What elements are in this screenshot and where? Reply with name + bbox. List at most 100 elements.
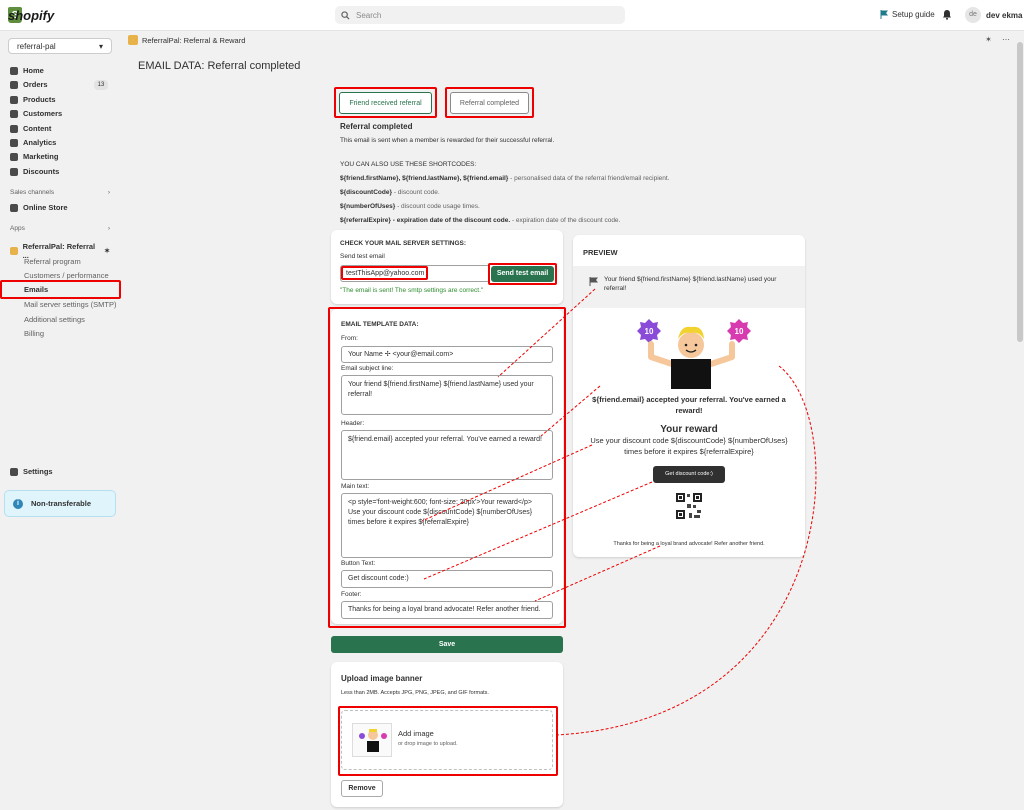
preview-reward-text: Use your discount code ${discountCode} $… [590, 436, 788, 456]
products-icon [10, 95, 18, 104]
top-bar: S shopify Search Setup guide de dev ekma [0, 0, 1024, 31]
bell-icon[interactable] [942, 9, 952, 20]
sidebar-item-marketing[interactable]: Marketing [10, 152, 110, 161]
app-title-bar: ReferralPal: Referral & Reward ✶ ⋯ [125, 31, 1024, 49]
shortcode: ${referralExpire} - expiration date of t… [340, 217, 511, 224]
tab-friend-received-referral[interactable]: Friend received referral [339, 92, 432, 114]
sidebar: referral-pal ▾ Home Orders 13 Products Cu… [0, 31, 125, 810]
preview-heading: PREVIEW [583, 248, 618, 257]
chevron-down-icon: ▾ [98, 42, 103, 51]
section-label: Sales channels [10, 189, 55, 196]
shortcode-desc: - expiration date of the discount code. [510, 217, 621, 224]
sidebar-item-label: Content [23, 124, 52, 133]
app-bar-actions[interactable]: ✶ ⋯ [985, 35, 1014, 44]
sidebar-item-customers[interactable]: Customers [10, 109, 110, 118]
shortcode-desc: - discount code. [392, 189, 440, 196]
shopify-logo[interactable]: S shopify [8, 7, 54, 23]
preview-subject: Your friend ${friend.firstName} ${friend… [604, 276, 777, 293]
sidebar-sub-customers-performance[interactable]: Customers / performance [24, 271, 109, 280]
sidebar-item-online-store[interactable]: Online Store [10, 203, 110, 212]
sidebar-item-label: Orders [23, 80, 48, 89]
banner-label: Non-transferable [31, 499, 92, 508]
send-test-email-button[interactable]: Send test email [491, 266, 554, 282]
sidebar-item-discounts[interactable]: Discounts [10, 167, 110, 176]
shortcode-desc: - personalised data of the referral frie… [508, 175, 670, 182]
info-icon: i [13, 498, 23, 509]
upload-highlight-box [338, 706, 558, 776]
upload-description: Less than 2MB. Accepts JPG, PNG, JPEG, a… [341, 690, 489, 696]
preview-header: ${friend.email} accepted your referral. … [592, 395, 786, 415]
marketing-icon [10, 152, 18, 161]
upload-heading: Upload image banner [341, 674, 423, 683]
app-icon [10, 247, 18, 255]
scrollbar-thumb[interactable] [1017, 42, 1023, 342]
sidebar-item-label: Marketing [23, 152, 59, 161]
save-button[interactable]: Save [331, 636, 563, 653]
page-title: EMAIL DATA: Referral completed [138, 60, 301, 72]
sidebar-item-label: Analytics [23, 138, 57, 147]
email-highlight-box [341, 266, 428, 280]
sidebar-item-content[interactable]: Content [10, 124, 110, 133]
sidebar-item-products[interactable]: Products [10, 95, 110, 104]
sidebar-item-label: Customers [23, 109, 63, 118]
template-highlight-box [328, 307, 566, 628]
send-test-label: Send test email [340, 253, 385, 260]
orders-count-badge: 13 [94, 80, 108, 90]
sidebar-sub-billing[interactable]: Billing [24, 329, 44, 338]
discounts-icon [10, 167, 18, 176]
mail-server-card: CHECK YOUR MAIL SERVER SETTINGS: Send te… [331, 230, 563, 304]
search-placeholder: Search [356, 10, 382, 20]
store-name: referral-pal [17, 42, 56, 51]
sidebar-sub-referral-program[interactable]: Referral program [24, 257, 81, 266]
apps-header[interactable]: Apps › [10, 225, 110, 232]
store-selector[interactable]: referral-pal ▾ [8, 38, 112, 54]
chevron-right-icon: › [107, 225, 110, 232]
orders-icon [10, 80, 18, 89]
avatar[interactable]: de [965, 7, 981, 23]
scrollbar[interactable] [1016, 32, 1024, 810]
analytics-icon [10, 138, 18, 147]
home-icon [10, 66, 18, 75]
sales-channels-header[interactable]: Sales channels › [10, 189, 110, 196]
search-icon [341, 10, 350, 20]
sidebar-item-label: Discounts [23, 167, 60, 176]
pin-icon[interactable]: ✶ [104, 247, 110, 255]
sidebar-item-settings[interactable]: Settings [10, 467, 110, 476]
shortcodes-heading: YOU CAN ALSO USE THESE SHORTCODES: [340, 161, 477, 168]
shortcode-line: ${numberOfUses} - discount code usage ti… [340, 203, 480, 210]
mascot-image: 10 10 [637, 319, 751, 389]
preview-reward-title: Your reward [660, 424, 718, 435]
shortcode: ${numberOfUses} [340, 203, 396, 210]
sidebar-item-label: Home [23, 66, 44, 75]
gear-icon [10, 467, 18, 476]
sidebar-sub-additional-settings[interactable]: Additional settings [24, 315, 85, 324]
shortcode-desc: - discount code usage times. [395, 203, 480, 210]
preview-discount-button[interactable]: Get discount code:) [653, 466, 725, 483]
preview-card: PREVIEW Your friend ${friend.firstName} … [573, 235, 805, 557]
qr-code-icon [674, 491, 704, 521]
flag-icon [589, 277, 598, 286]
badge-text-left: 10 [645, 327, 654, 336]
shortcode: ${friend.firstName}, ${friend.lastName},… [340, 175, 509, 182]
section-description: This email is sent when a member is rewa… [340, 137, 555, 144]
chevron-right-icon: › [107, 189, 110, 196]
setup-guide-label: Setup guide [892, 10, 935, 19]
user-name[interactable]: dev ekma [986, 11, 1022, 20]
sidebar-item-analytics[interactable]: Analytics [10, 138, 110, 147]
sidebar-item-label: Settings [23, 467, 53, 476]
app-icon [128, 35, 138, 45]
sidebar-item-home[interactable]: Home [10, 66, 110, 75]
store-icon [10, 203, 18, 212]
section-heading: Referral completed [340, 122, 413, 131]
shortcode: ${discountCode} [340, 189, 393, 196]
flag-icon [880, 10, 888, 19]
shortcode-line: ${friend.firstName}, ${friend.lastName},… [340, 175, 669, 182]
search-input[interactable]: Search [335, 6, 625, 24]
setup-guide-button[interactable]: Setup guide [880, 10, 935, 19]
tab-referral-completed[interactable]: Referral completed [450, 92, 529, 114]
sidebar-sub-mail-server[interactable]: Mail server settings (SMTP) [24, 300, 117, 309]
non-transferable-banner[interactable]: i Non-transferable [4, 490, 116, 517]
smtp-success-message: "The email is sent! The smtp settings ar… [340, 287, 484, 294]
remove-button[interactable]: Remove [341, 780, 383, 797]
sidebar-item-label: Products [23, 95, 56, 104]
